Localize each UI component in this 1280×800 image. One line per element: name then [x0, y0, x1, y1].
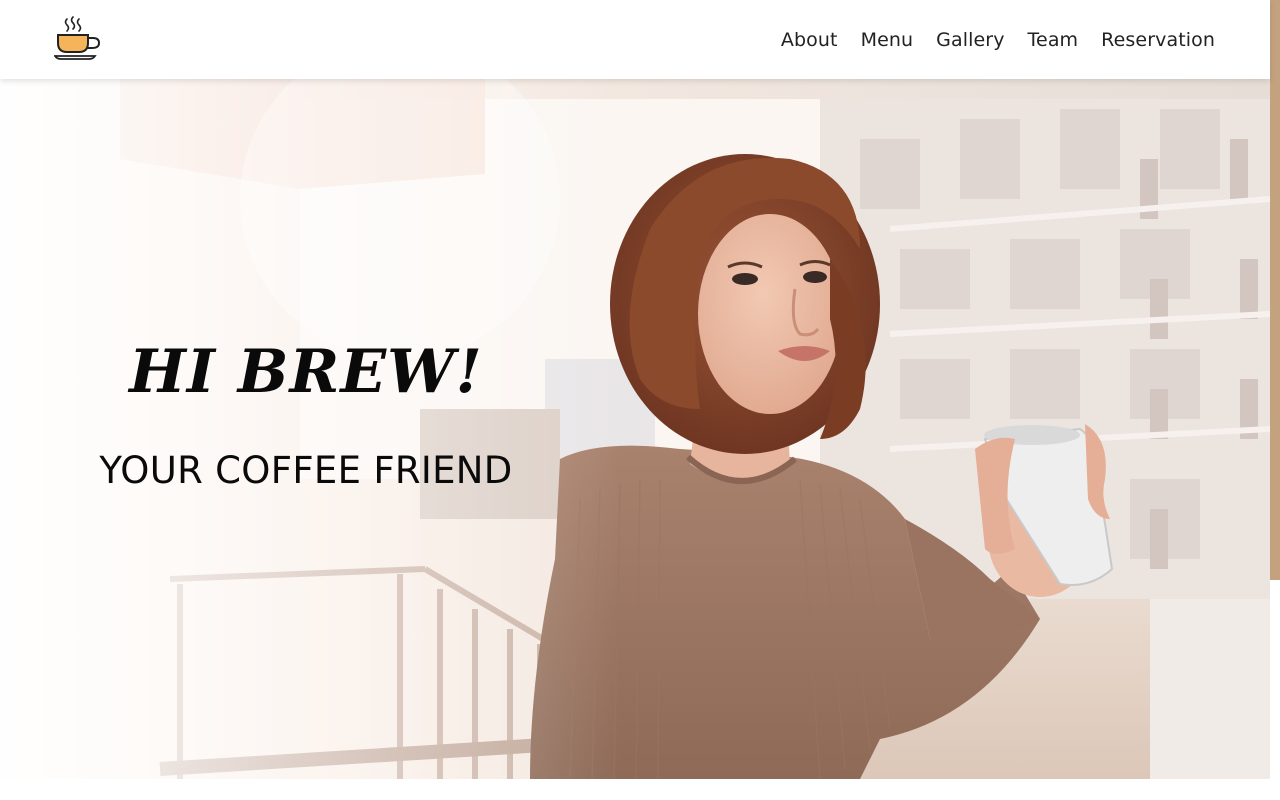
nav-team[interactable]: Team [1028, 29, 1079, 51]
nav-gallery[interactable]: Gallery [936, 29, 1004, 51]
nav-reservation[interactable]: Reservation [1101, 29, 1215, 51]
page: About Menu Gallery Team Reservation HI B… [0, 0, 1280, 800]
page-edge-strip-lower [1270, 580, 1280, 800]
logo-link[interactable] [53, 16, 102, 60]
page-edge-strip [1270, 0, 1280, 580]
nav-about[interactable]: About [781, 29, 838, 51]
hero-title: HI BREW! [129, 337, 483, 407]
navbar: About Menu Gallery Team Reservation [0, 0, 1270, 79]
main-nav: About Menu Gallery Team Reservation [781, 0, 1215, 79]
page-bottom-spacer [0, 779, 1270, 800]
hero-background-image [0, 79, 1270, 779]
hero-subtitle: YOUR COFFEE FRIEND [99, 449, 513, 492]
coffee-cup-icon [53, 16, 101, 60]
nav-menu[interactable]: Menu [861, 29, 914, 51]
hero-section: HI BREW! YOUR COFFEE FRIEND [0, 79, 1270, 779]
